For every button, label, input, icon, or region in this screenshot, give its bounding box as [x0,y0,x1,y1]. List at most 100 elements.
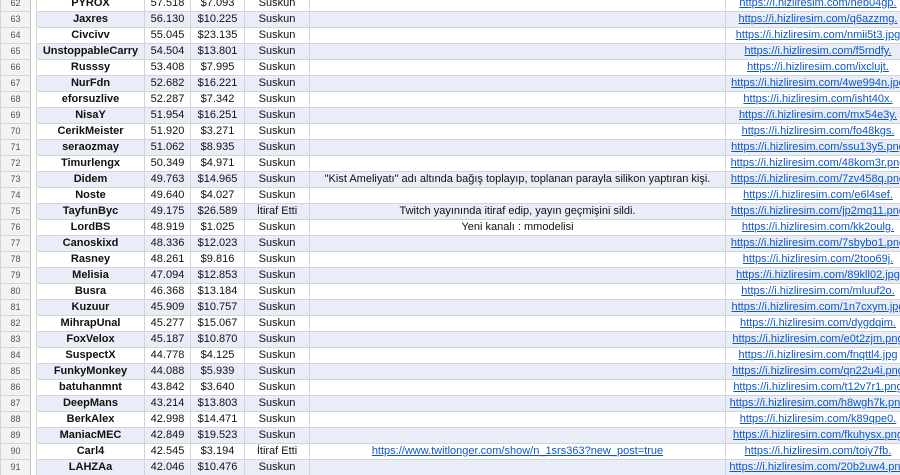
proof-link-cell[interactable]: https://i.hizliresim.com/e0t2zjm.png [725,331,900,348]
status-cell[interactable]: Suskun [244,315,310,332]
row-number[interactable]: 88 [0,411,31,428]
status-cell[interactable]: Suskun [244,171,310,188]
amount-cell[interactable]: $4.125 [190,347,245,364]
score-cell[interactable]: 44.088 [144,363,191,380]
row-number[interactable]: 87 [0,395,31,412]
row-number[interactable]: 82 [0,315,31,332]
status-cell[interactable]: Suskun [244,155,310,172]
streamer-name-cell[interactable]: NisaY [36,107,145,124]
streamer-name-cell[interactable]: LordBS [36,219,145,236]
row-number[interactable]: 65 [0,43,31,60]
score-cell[interactable]: 50.349 [144,155,191,172]
note-cell[interactable] [309,459,726,475]
status-cell[interactable]: Suskun [244,251,310,268]
row-number[interactable]: 85 [0,363,31,380]
streamer-name-cell[interactable]: Russsy [36,59,145,76]
status-cell[interactable]: Suskun [244,395,310,412]
amount-cell[interactable]: $26.589 [190,203,245,220]
proof-link[interactable]: https://i.hizliresim.com/q6azzmg. [728,12,900,27]
streamer-name-cell[interactable]: BerkAlex [36,411,145,428]
amount-cell[interactable]: $16.251 [190,107,245,124]
proof-link[interactable]: https://i.hizliresim.com/fo48kgs. [728,124,900,139]
streamer-name-cell[interactable]: Kuzuur [36,299,145,316]
streamer-name-cell[interactable]: batuhanmnt [36,379,145,396]
row-number[interactable]: 90 [0,443,31,460]
note-cell[interactable] [309,267,726,284]
proof-link-cell[interactable]: https://i.hizliresim.com/dygdqim. [725,315,900,332]
amount-cell[interactable]: $19.523 [190,427,245,444]
streamer-name-cell[interactable]: seraozmay [36,139,145,156]
amount-cell[interactable]: $16.221 [190,75,245,92]
row-number[interactable]: 86 [0,379,31,396]
row-number[interactable]: 89 [0,427,31,444]
proof-link[interactable]: https://i.hizliresim.com/mluuf2o. [728,284,900,299]
amount-cell[interactable]: $7.093 [190,0,245,12]
note-link[interactable]: https://www.twitlonger.com/show/n_1srs36… [372,445,663,457]
score-cell[interactable]: 49.763 [144,171,191,188]
note-cell[interactable] [309,299,726,316]
proof-link-cell[interactable]: https://i.hizliresim.com/7sbybo1.png [725,235,900,252]
proof-link-cell[interactable]: https://i.hizliresim.com/1n7cxym.jpg [725,299,900,316]
score-cell[interactable]: 42.545 [144,443,191,460]
note-cell[interactable]: Yeni kanalı : mmodelisi [309,219,726,236]
proof-link[interactable]: https://i.hizliresim.com/2too69j. [728,252,900,267]
score-cell[interactable]: 55.045 [144,27,191,44]
proof-link-cell[interactable]: https://i.hizliresim.com/ssu13y5.png [725,139,900,156]
status-cell[interactable]: Suskun [244,43,310,60]
score-cell[interactable]: 47.094 [144,267,191,284]
streamer-name-cell[interactable]: Didem [36,171,145,188]
note-cell[interactable] [309,0,726,12]
amount-cell[interactable]: $15.067 [190,315,245,332]
proof-link-cell[interactable]: https://i.hizliresim.com/fnqttl4.jpg [725,347,900,364]
streamer-name-cell[interactable]: Carl4 [36,443,145,460]
proof-link[interactable]: https://i.hizliresim.com/f5rndfy. [728,44,900,59]
score-cell[interactable]: 42.046 [144,459,191,475]
proof-link[interactable]: https://i.hizliresim.com/toiy7fb. [728,444,900,459]
proof-link-cell[interactable]: https://i.hizliresim.com/mluuf2o. [725,283,900,300]
amount-cell[interactable]: $7.342 [190,91,245,108]
note-cell[interactable] [309,251,726,268]
proof-link[interactable]: https://i.hizliresim.com/h8wgh7k.png [728,396,900,411]
row-number[interactable]: 71 [0,139,31,156]
status-cell[interactable]: Suskun [244,363,310,380]
note-cell[interactable] [309,331,726,348]
proof-link[interactable]: https://i.hizliresim.com/48kom3r.png [728,156,900,171]
status-cell[interactable]: Suskun [244,219,310,236]
streamer-name-cell[interactable]: Canoskixd [36,235,145,252]
proof-link[interactable]: https://i.hizliresim.com/jp2mq11.png [728,204,900,219]
status-cell[interactable]: Suskun [244,75,310,92]
row-number[interactable]: 91 [0,459,31,475]
amount-cell[interactable]: $9.816 [190,251,245,268]
status-cell[interactable]: Suskun [244,27,310,44]
streamer-name-cell[interactable]: Civcivv [36,27,145,44]
proof-link-cell[interactable]: https://i.hizliresim.com/qn22u4i.png [725,363,900,380]
amount-cell[interactable]: $10.476 [190,459,245,475]
proof-link[interactable]: https://i.hizliresim.com/ixclujt. [728,60,900,75]
score-cell[interactable]: 42.998 [144,411,191,428]
amount-cell[interactable]: $10.225 [190,11,245,28]
streamer-name-cell[interactable]: NurFdn [36,75,145,92]
row-number[interactable]: 68 [0,91,31,108]
row-number[interactable]: 75 [0,203,31,220]
score-cell[interactable]: 46.368 [144,283,191,300]
note-cell[interactable]: "Kist Ameliyatı" adı altında bağış topla… [309,171,726,188]
status-cell[interactable]: Suskun [244,299,310,316]
row-number[interactable]: 64 [0,27,31,44]
note-cell[interactable] [309,107,726,124]
status-cell[interactable]: Suskun [244,411,310,428]
note-cell[interactable] [309,315,726,332]
proof-link-cell[interactable]: https://i.hizliresim.com/4we994n.jpg [725,75,900,92]
proof-link[interactable]: https://i.hizliresim.com/1n7cxym.jpg [728,300,900,315]
status-cell[interactable]: Suskun [244,235,310,252]
proof-link-cell[interactable]: https://i.hizliresim.com/7zv458q.png [725,171,900,188]
status-cell[interactable]: İtiraf Etti [244,443,310,460]
amount-cell[interactable]: $5.939 [190,363,245,380]
note-cell[interactable] [309,411,726,428]
streamer-name-cell[interactable]: MihrapUnal [36,315,145,332]
streamer-name-cell[interactable]: SuspectX [36,347,145,364]
proof-link-cell[interactable]: https://i.hizliresim.com/q6azzmg. [725,11,900,28]
note-cell[interactable]: https://www.twitlonger.com/show/n_1srs36… [309,443,726,460]
amount-cell[interactable]: $13.801 [190,43,245,60]
proof-link-cell[interactable]: https://i.hizliresim.com/20b2uw4.png [725,459,900,475]
streamer-name-cell[interactable]: Noste [36,187,145,204]
